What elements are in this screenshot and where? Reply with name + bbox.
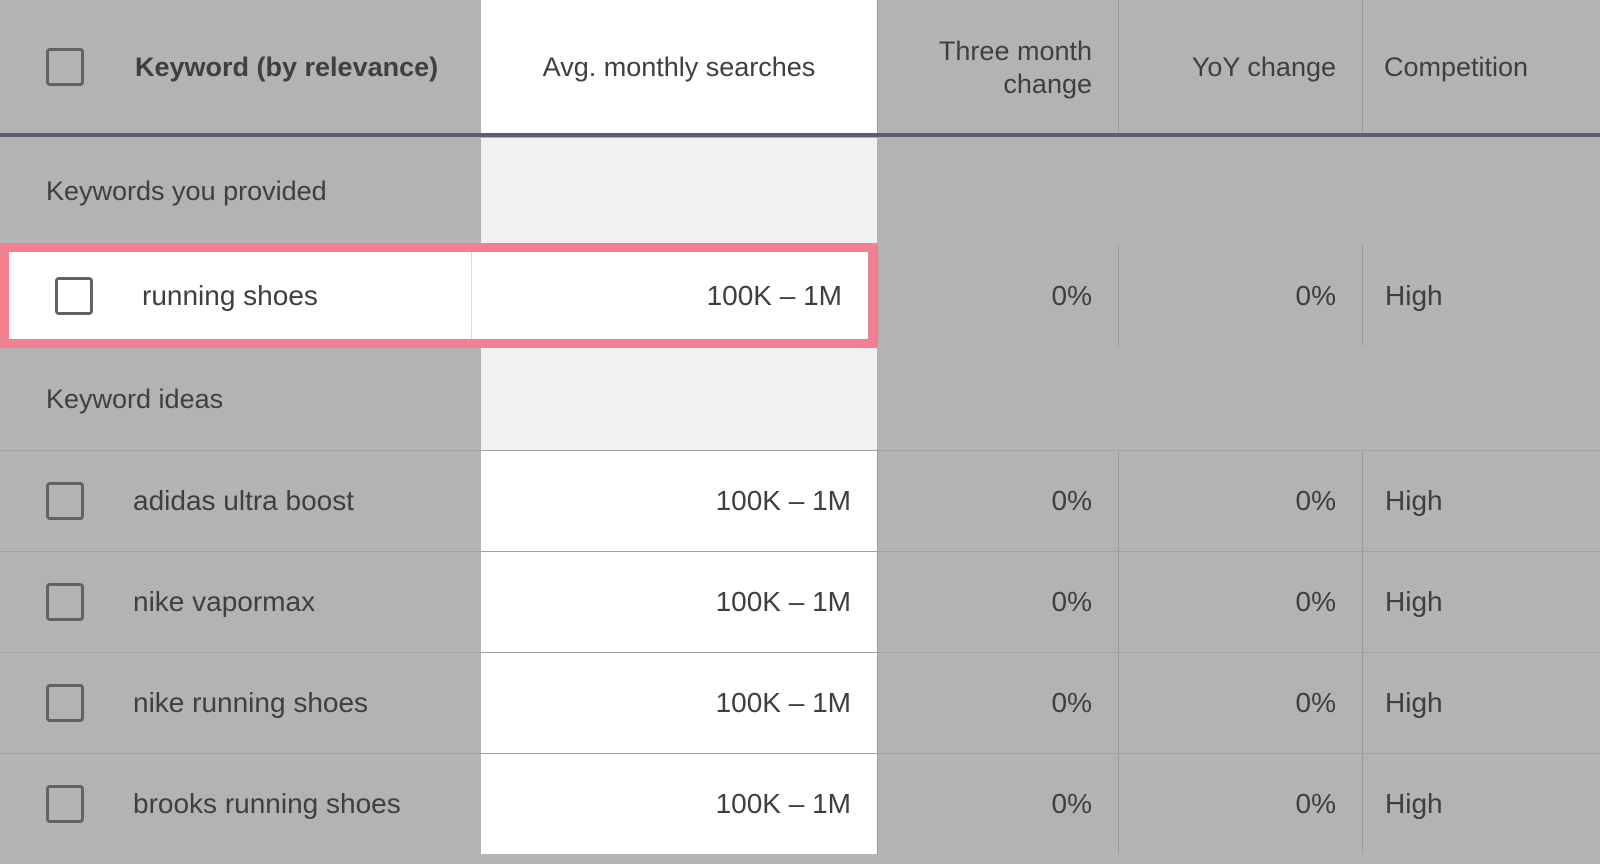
section-cell-three-month [877, 348, 1118, 450]
highlighted-row-cell-avg[interactable]: 100K – 1M [472, 252, 868, 339]
row-checkbox-nike-vapormax[interactable] [46, 583, 84, 621]
row-cell-avg: 100K – 1M [481, 552, 877, 652]
value-competition: High [1363, 280, 1600, 312]
section-label-keywords-you-provided: Keywords you provided [0, 176, 327, 207]
value-avg-monthly-searches: 100K – 1M [481, 687, 877, 719]
value-yoy-change: 0% [1119, 687, 1362, 719]
header-cell-three-month-change[interactable]: Three month change [877, 0, 1118, 135]
table-row-nike-vapormax[interactable]: nike vapormax 100K – 1M 0% 0% High [0, 551, 1600, 652]
section-cell-three-month [877, 138, 1118, 245]
header-cell-avg-monthly-searches[interactable]: Avg. monthly searches [481, 0, 877, 135]
header-cell-competition[interactable]: Competition [1362, 0, 1600, 135]
row-cell-competition: High [1362, 653, 1600, 753]
row-checkbox-running-shoes[interactable] [55, 277, 93, 315]
keyword-text-nike-vapormax: nike vapormax [133, 586, 315, 618]
row-cell-yoy-change: 0% [1118, 245, 1362, 346]
header-label-yoy-change: YoY change [1118, 51, 1362, 84]
value-avg-monthly-searches: 100K – 1M [481, 586, 877, 618]
section-cell-yoy [1118, 138, 1362, 245]
row-cell-yoy-change: 0% [1118, 451, 1362, 551]
table-row-brooks-running-shoes[interactable]: brooks running shoes 100K – 1M 0% 0% Hig… [0, 753, 1600, 854]
row-cell-yoy-change: 0% [1118, 552, 1362, 652]
row-cell-avg: 100K – 1M [481, 653, 877, 753]
section-cell-yoy [1118, 348, 1362, 450]
value-competition: High [1363, 788, 1600, 820]
section-cell-avg [481, 348, 877, 450]
row-cell-competition: High [1362, 754, 1600, 854]
row-cell-keyword[interactable]: nike running shoes [0, 653, 481, 753]
header-label-three-month-change: Three month change [877, 35, 1118, 101]
row-checkbox-adidas-ultra-boost[interactable] [46, 482, 84, 520]
section-label-keyword-ideas: Keyword ideas [0, 384, 223, 415]
row-cell-three-month-change: 0% [877, 552, 1118, 652]
header-divider-yoy [1118, 0, 1119, 133]
row-cell-yoy-change: 0% [1118, 653, 1362, 753]
value-three-month-change: 0% [878, 788, 1118, 820]
row-cell-competition: High [1362, 451, 1600, 551]
header-label-competition: Competition [1362, 51, 1600, 84]
row-cell-competition: High [1362, 552, 1600, 652]
value-yoy-change: 0% [1119, 586, 1362, 618]
value-competition: High [1363, 687, 1600, 719]
header-divider-competition [1362, 0, 1363, 133]
value-avg-monthly-searches: 100K – 1M [481, 485, 877, 517]
value-three-month-change: 0% [878, 586, 1118, 618]
row-cell-three-month-change: 0% [877, 451, 1118, 551]
value-yoy-change: 0% [1119, 788, 1362, 820]
value-competition: High [1363, 485, 1600, 517]
row-cell-three-month-change: 0% [877, 754, 1118, 854]
row-cell-keyword[interactable]: brooks running shoes [0, 754, 481, 854]
section-cell-label: Keyword ideas [0, 348, 481, 450]
header-divider-three-month [877, 0, 878, 133]
value-yoy-change: 0% [1119, 280, 1362, 312]
header-label-avg-monthly-searches: Avg. monthly searches [481, 51, 877, 84]
header-bottom-rule [0, 133, 1600, 137]
row-checkbox-nike-running-shoes[interactable] [46, 684, 84, 722]
value-three-month-change: 0% [878, 687, 1118, 719]
keyword-text-brooks-running-shoes: brooks running shoes [133, 788, 401, 820]
row-cell-avg: 100K – 1M [481, 754, 877, 854]
highlighted-row-cell-keyword[interactable]: running shoes [9, 252, 472, 339]
row-cell-keyword[interactable]: adidas ultra boost [0, 451, 481, 551]
table-row-adidas-ultra-boost[interactable]: adidas ultra boost 100K – 1M 0% 0% High [0, 450, 1600, 551]
row-cell-three-month-change: 0% [877, 245, 1118, 346]
keyword-text-adidas-ultra-boost: adidas ultra boost [133, 485, 354, 517]
row-checkbox-brooks-running-shoes[interactable] [46, 785, 84, 823]
header-cell-yoy-change[interactable]: YoY change [1118, 0, 1362, 135]
highlight-annotation-box: running shoes 100K – 1M [0, 243, 877, 348]
row-cell-keyword[interactable]: nike vapormax [0, 552, 481, 652]
keyword-text-running-shoes: running shoes [142, 280, 318, 312]
section-cell-competition [1362, 138, 1600, 245]
select-all-checkbox[interactable] [46, 48, 84, 86]
row-cell-three-month-change: 0% [877, 653, 1118, 753]
row-cell-yoy-change: 0% [1118, 754, 1362, 854]
value-three-month-change: 0% [878, 485, 1118, 517]
value-avg-monthly-searches: 100K – 1M [472, 280, 868, 312]
section-cell-label: Keywords you provided [0, 138, 481, 245]
value-avg-monthly-searches: 100K – 1M [481, 788, 877, 820]
section-cell-avg [481, 138, 877, 245]
keyword-text-nike-running-shoes: nike running shoes [133, 687, 368, 719]
keyword-planner-table: Keyword (by relevance) Avg. monthly sear… [0, 0, 1600, 864]
section-row-keyword-ideas: Keyword ideas [0, 348, 1600, 450]
table-row-nike-running-shoes[interactable]: nike running shoes 100K – 1M 0% 0% High [0, 652, 1600, 753]
value-competition: High [1363, 586, 1600, 618]
row-cell-avg: 100K – 1M [481, 451, 877, 551]
row-cell-competition: High [1362, 245, 1600, 346]
table-header-row: Keyword (by relevance) Avg. monthly sear… [0, 0, 1600, 135]
value-three-month-change: 0% [878, 280, 1118, 312]
section-row-keywords-you-provided: Keywords you provided [0, 138, 1600, 245]
value-yoy-change: 0% [1119, 485, 1362, 517]
section-cell-competition [1362, 348, 1600, 450]
